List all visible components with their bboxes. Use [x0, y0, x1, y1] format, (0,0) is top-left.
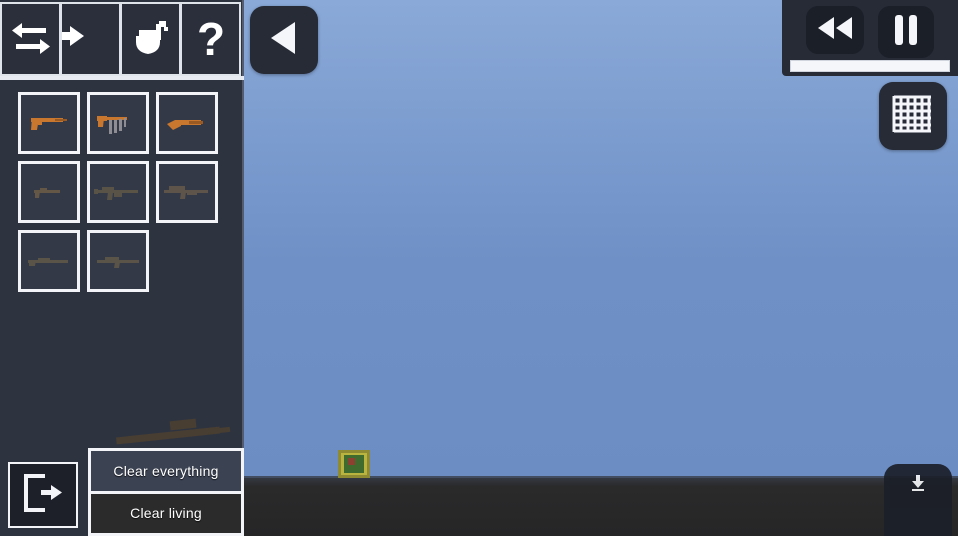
swap-arrows-icon	[10, 22, 52, 56]
question-mark-icon: ?	[194, 16, 228, 62]
pistol-icon	[31, 118, 67, 130]
weapon-slot-assault-rifle[interactable]	[87, 161, 149, 223]
exit-door-icon	[21, 473, 65, 518]
game-screen: ? Clear everything Clear living	[0, 0, 958, 536]
rewind-icon	[816, 15, 854, 46]
timeline-slider[interactable]	[790, 60, 950, 72]
clear-everything-label: Clear everything	[113, 462, 219, 479]
clear-living-button[interactable]: Clear living	[91, 493, 241, 533]
back-triangle-icon	[267, 20, 301, 61]
clear-button-group: Clear everything Clear living	[88, 448, 244, 536]
weapon-slot-battle-rifle[interactable]	[156, 161, 218, 223]
weapon-grid	[18, 92, 228, 292]
back-button[interactable]	[250, 6, 318, 74]
sniper-rifle-icon	[97, 257, 139, 268]
help-tool-button[interactable]: ?	[180, 2, 241, 76]
revolver-icon	[34, 188, 60, 198]
pause-icon	[892, 14, 920, 51]
svg-text:?: ?	[196, 16, 224, 62]
crate-object[interactable]	[338, 450, 370, 478]
pause-button[interactable]	[878, 6, 934, 58]
weapon-slot-shotgun[interactable]	[18, 230, 80, 292]
playback-controls	[782, 0, 958, 76]
grid-icon	[891, 92, 935, 141]
grid-toggle-button[interactable]	[879, 82, 947, 150]
weapon-slot-sawed-off[interactable]	[156, 92, 218, 154]
assault-rifle-icon	[94, 187, 138, 200]
next-tool-button[interactable]	[60, 2, 121, 76]
toolbar-divider	[0, 76, 244, 80]
swap-tool-button[interactable]	[0, 2, 61, 76]
weapon-panel: ? Clear everything Clear living	[0, 0, 244, 536]
shotgun-icon	[28, 258, 68, 266]
clear-living-label: Clear living	[130, 505, 202, 522]
sawed-off-icon	[167, 120, 203, 130]
rewind-button[interactable]	[806, 6, 864, 54]
battle-rifle-icon	[164, 186, 208, 199]
panel-toolbar: ?	[0, 0, 244, 80]
paint-tool-button[interactable]	[120, 2, 181, 76]
download-icon	[910, 474, 926, 497]
exit-button[interactable]	[8, 462, 78, 528]
download-button[interactable]	[884, 464, 952, 536]
paint-bucket-icon	[131, 20, 171, 58]
weapon-slot-pistol[interactable]	[18, 92, 80, 154]
weapon-slot-smg[interactable]	[87, 92, 149, 154]
clear-everything-button[interactable]: Clear everything	[91, 451, 241, 491]
smg-icon	[97, 116, 127, 134]
crate-mark	[348, 458, 355, 465]
weapon-slot-revolver[interactable]	[18, 161, 80, 223]
arrow-right-icon	[62, 26, 88, 48]
weapon-slot-sniper-rifle[interactable]	[87, 230, 149, 292]
